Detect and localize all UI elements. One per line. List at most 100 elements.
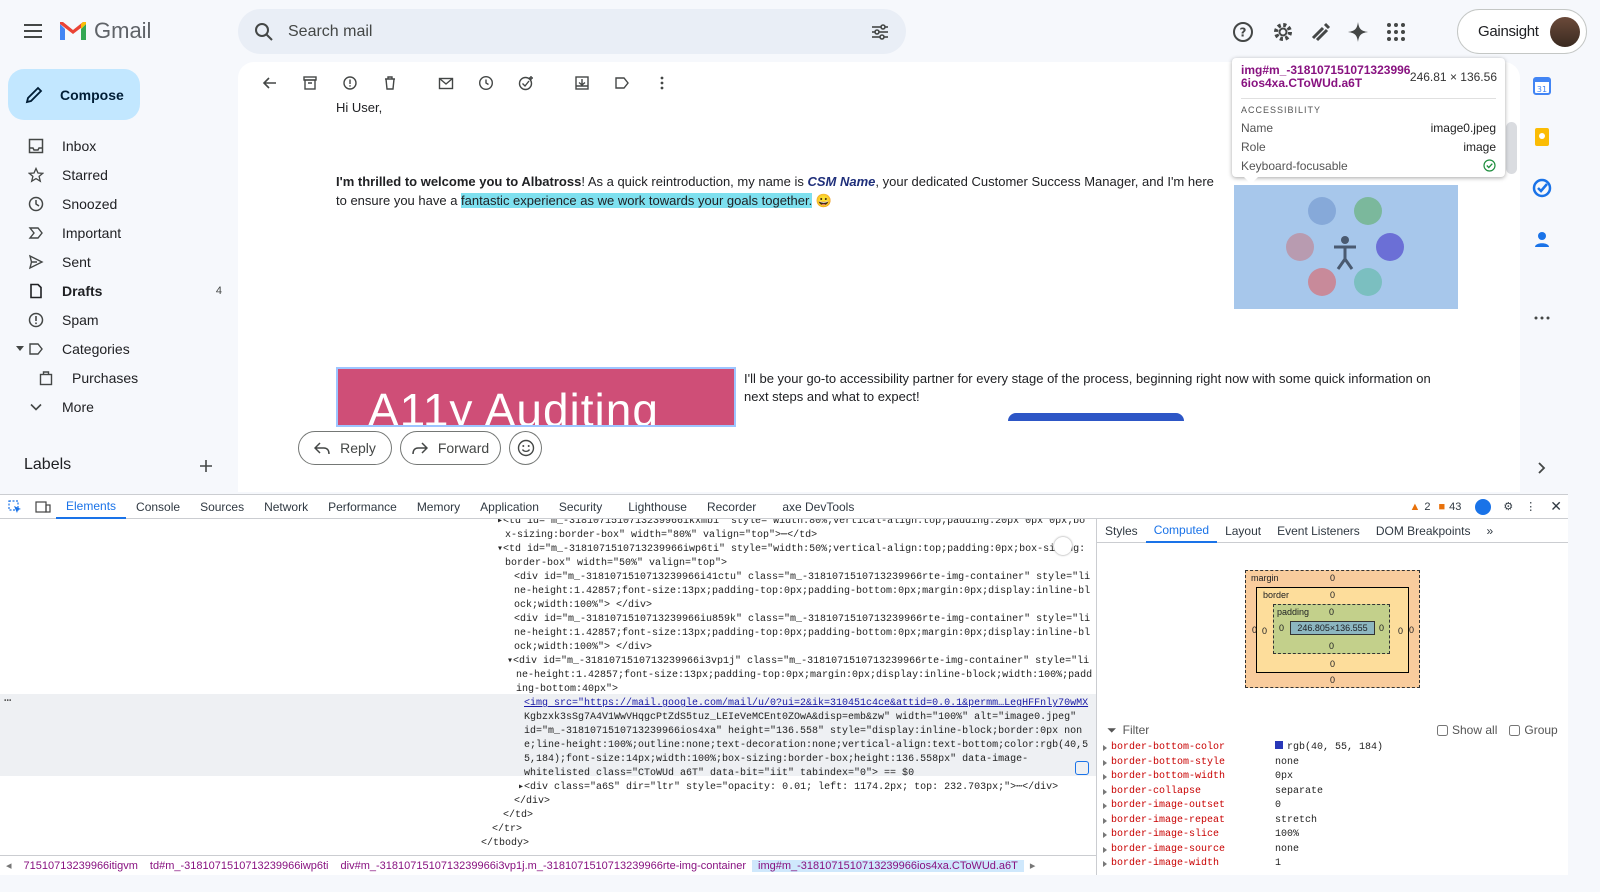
dom-line-selected[interactable]: <img src="https://mail.google.com/mail/u…	[524, 697, 1088, 711]
group-checkbox[interactable]	[1509, 724, 1521, 736]
dom-line[interactable]: </td>	[503, 809, 533, 823]
more-tabs-chevron-icon[interactable]: »	[1479, 519, 1502, 543]
contacts-icon[interactable]	[1531, 228, 1553, 250]
computed-property-row[interactable]: border-collapse separate	[1103, 785, 1563, 800]
sidebar-item-drafts[interactable]: Drafts 4	[14, 277, 228, 305]
devtools-more-icon[interactable]: ⋮	[1525, 500, 1536, 513]
dom-line-selected[interactable]: whitelisted class="CToWUd a6T" data-bit=…	[524, 767, 914, 781]
devtools-tab-security[interactable]: Security	[549, 494, 612, 519]
devtools-close-icon[interactable]: ✕	[1550, 498, 1562, 515]
emoji-react-button[interactable]	[509, 431, 542, 465]
computed-property-row[interactable]: border-image-repeat stretch	[1103, 814, 1563, 829]
computed-property-row[interactable]: border-image-outset 0	[1103, 799, 1563, 814]
devtools-tab-lighthouse[interactable]: Lighthouse	[612, 494, 697, 519]
expand-side-panel-icon[interactable]	[1531, 457, 1553, 479]
devtools-tab-network[interactable]: Network	[254, 494, 318, 519]
dom-line[interactable]: </div>	[514, 795, 550, 809]
scrollbar-thumb[interactable]	[1506, 122, 1517, 174]
accessibility-image-highlighted[interactable]	[1234, 185, 1458, 309]
move-to-icon[interactable]	[562, 63, 602, 103]
crumb-scroll-left-icon[interactable]: ◂	[0, 859, 18, 872]
computed-property-row[interactable]: border-image-width 1	[1103, 857, 1563, 872]
avatar[interactable]	[1550, 16, 1580, 47]
computed-property-row[interactable]: border-bottom-color rgb(40, 55, 184)	[1103, 741, 1563, 756]
show-all-checkbox[interactable]	[1437, 724, 1448, 736]
reveal-node-icon[interactable]	[1075, 761, 1089, 775]
devtools-tab-axe[interactable]: axe DevTools	[766, 494, 864, 519]
label-icon[interactable]	[602, 63, 642, 103]
extension-icon[interactable]	[1309, 20, 1333, 44]
sidebar-item-more[interactable]: More	[14, 393, 228, 421]
more-vert-icon[interactable]	[642, 63, 682, 103]
dom-line[interactable]: ing-bottom:40px">	[516, 683, 618, 697]
crumb-scroll-right-icon[interactable]: ▸	[1024, 859, 1042, 872]
snooze-clock-icon[interactable]	[466, 63, 506, 103]
report-spam-icon[interactable]	[330, 63, 370, 103]
computed-property-row[interactable]: border-bottom-width 0px	[1103, 770, 1563, 785]
breadcrumb-item-active[interactable]: img#m_-3181071510713239966ios4xa.CToWUd.…	[752, 859, 1024, 872]
mark-unread-icon[interactable]	[426, 63, 466, 103]
help-icon[interactable]: ?	[1231, 20, 1255, 44]
ai-assist-icon[interactable]	[1475, 498, 1492, 515]
collapse-caret-icon[interactable]	[14, 345, 26, 353]
forward-button[interactable]: Forward	[400, 431, 501, 465]
cta-button-partial[interactable]	[1008, 413, 1184, 421]
breadcrumb-item[interactable]: div#m_-3181071510713239966i3vp1j.m_-3181…	[335, 860, 752, 872]
sidebar-item-purchases[interactable]: Purchases	[14, 364, 228, 392]
accessibility-tree-icon[interactable]	[1054, 537, 1072, 555]
archive-icon[interactable]	[290, 63, 330, 103]
filter-input[interactable]: ⏷ Filter	[1103, 722, 1425, 738]
breadcrumb-item[interactable]: td#m_-3181071510713239966iwp6ti	[144, 860, 335, 872]
node-ellipsis-icon[interactable]: ⋯	[4, 694, 11, 709]
issues-count[interactable]: 43	[1449, 501, 1461, 513]
group-toggle[interactable]: Group	[1509, 723, 1558, 737]
add-task-icon[interactable]	[506, 63, 546, 103]
trash-icon[interactable]	[370, 63, 410, 103]
dom-line[interactable]: </tbody>	[481, 837, 529, 851]
devtools-tab-performance[interactable]: Performance	[318, 494, 407, 519]
add-label-plus-icon[interactable]	[198, 458, 214, 474]
breadcrumb-item[interactable]: 71510713239966itigvm	[18, 860, 144, 872]
sidebar-tab-computed[interactable]: Computed	[1145, 519, 1218, 543]
dom-line-selected[interactable]: Kgbzxk3sSg7A4V1WwVHqgcPtZdS5tuz_LEIeVeMC…	[524, 711, 1076, 725]
compose-button[interactable]: Compose	[8, 69, 140, 120]
back-arrow-icon[interactable]	[250, 63, 290, 103]
account-switcher[interactable]: Gainsight	[1457, 9, 1587, 54]
dom-line[interactable]: <div id="m_-3181071510713239966i41ctu" c…	[514, 571, 1090, 585]
devtools-tab-memory[interactable]: Memory	[407, 494, 470, 519]
computed-property-row[interactable]: border-image-slice 100%	[1103, 828, 1563, 843]
computed-property-row[interactable]: border-image-source none	[1103, 843, 1563, 858]
devtools-tab-elements[interactable]: Elements	[56, 494, 127, 519]
dom-line-selected[interactable]: 5,184);font-size:14px;width:100%;box-siz…	[524, 753, 1028, 767]
gemini-sparkle-icon[interactable]	[1346, 20, 1370, 44]
sidebar-tab-event-listeners[interactable]: Event Listeners	[1269, 519, 1368, 543]
main-menu-icon[interactable]	[22, 20, 44, 42]
devtools-tab-recorder[interactable]: Recorder	[697, 494, 766, 519]
sidebar-item-spam[interactable]: Spam	[14, 306, 228, 334]
sidebar-item-starred[interactable]: Starred	[14, 161, 228, 189]
search-input[interactable]	[288, 22, 870, 41]
calendar-icon[interactable]: 31	[1531, 75, 1553, 97]
sidebar-item-categories[interactable]: Categories	[14, 335, 228, 363]
devtools-tab-application[interactable]: Application	[470, 494, 549, 519]
dom-line[interactable]: <div id="m_-3181071510713239966iu859k" c…	[514, 613, 1090, 627]
keep-notes-icon[interactable]	[1531, 126, 1553, 148]
sidebar-tab-dom-breakpoints[interactable]: DOM Breakpoints	[1368, 519, 1479, 543]
warning-count[interactable]: 2	[1424, 501, 1430, 513]
dom-line[interactable]: ock;width:100%"> </div>	[514, 599, 652, 613]
devtools-tab-console[interactable]: Console	[126, 494, 190, 519]
dom-line-selected[interactable]: e;line-height:100%;outline:none;text-dec…	[524, 739, 1088, 753]
box-model-content[interactable]: 246.805×136.555	[1290, 621, 1375, 635]
dom-line[interactable]: border-box" width="50%" valign="top">	[505, 557, 727, 571]
devtools-settings-icon[interactable]: ⚙	[1503, 500, 1513, 513]
search-bar[interactable]	[238, 9, 906, 54]
sidebar-item-important[interactable]: Important	[14, 219, 228, 247]
apps-grid-icon[interactable]	[1384, 20, 1408, 44]
gmail-logo[interactable]: Gmail	[58, 16, 151, 46]
show-all-toggle[interactable]: Show all	[1437, 723, 1497, 737]
sidebar-item-sent[interactable]: Sent	[14, 248, 228, 276]
inspect-element-icon[interactable]	[0, 499, 30, 514]
sidebar-tab-styles[interactable]: Styles	[1097, 519, 1146, 543]
dom-line[interactable]: ne-height:1.42857;font-size:13px;padding…	[514, 585, 1090, 599]
dom-line[interactable]: ▸<td id="m_-3181071510713239966ikxmb1" s…	[497, 519, 1085, 529]
